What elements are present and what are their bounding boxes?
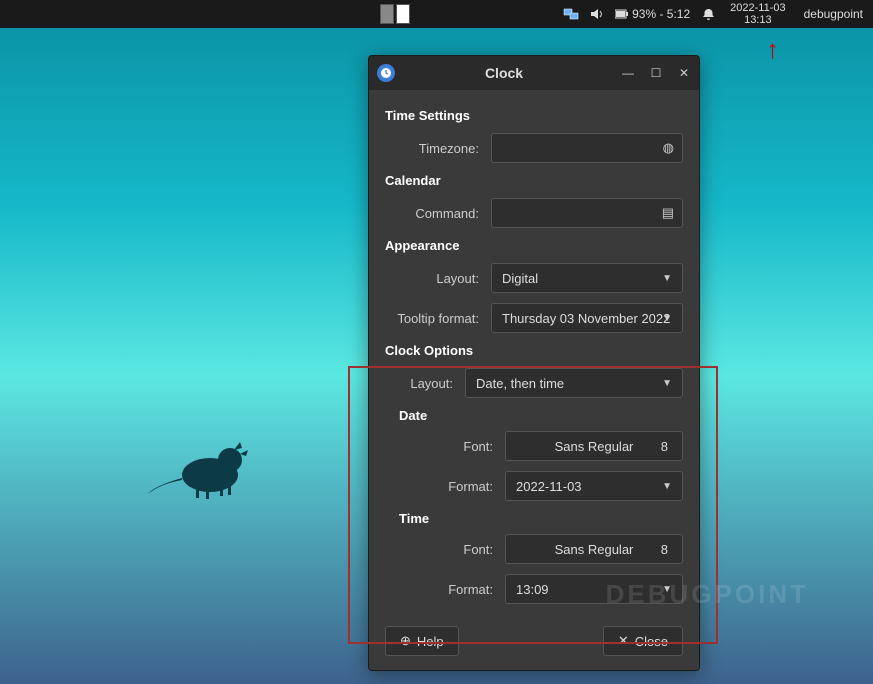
tooltip-format-value: Thursday 03 November 2022	[502, 311, 670, 326]
date-font-button[interactable]: Sans Regular 8	[505, 431, 683, 461]
help-button[interactable]: ⊕ Help	[385, 626, 459, 656]
panel-clock[interactable]: 2022-11-03 13:13	[726, 2, 789, 26]
label-timezone: Timezone:	[385, 141, 481, 156]
date-format-value: 2022-11-03	[516, 479, 582, 494]
close-label: Close	[635, 634, 668, 649]
label-time-format: Format:	[385, 582, 495, 597]
help-label: Help	[417, 634, 444, 649]
section-appearance: Appearance	[385, 238, 683, 253]
close-icon: ✕	[618, 633, 629, 649]
label-tooltip-format: Tooltip format:	[385, 311, 481, 326]
panel-tray: 93% - 5:12 2022-11-03 13:13 debugpoint	[563, 2, 873, 26]
label-date-font: Font:	[385, 439, 495, 454]
time-format-select[interactable]: 13:09	[505, 574, 683, 604]
section-calendar: Calendar	[385, 173, 683, 188]
date-font-size: 8	[661, 439, 668, 454]
date-format-select[interactable]: 2022-11-03	[505, 471, 683, 501]
section-time-settings: Time Settings	[385, 108, 683, 123]
network-icon[interactable]	[563, 6, 579, 22]
clock-app-icon	[377, 64, 395, 82]
time-font-button[interactable]: Sans Regular 8	[505, 534, 683, 564]
time-format-value: 13:09	[516, 582, 549, 597]
top-panel: 93% - 5:12 2022-11-03 13:13 debugpoint	[0, 0, 873, 28]
battery-indicator[interactable]: 93% - 5:12	[615, 7, 690, 21]
dialog-titlebar[interactable]: Clock — ☐ ✕	[369, 56, 699, 90]
workspace-2[interactable]	[396, 4, 410, 24]
appearance-layout-select[interactable]: Digital	[491, 263, 683, 293]
dialog-footer: ⊕ Help ✕ Close	[369, 614, 699, 670]
label-date-format: Format:	[385, 479, 495, 494]
appearance-layout-value: Digital	[502, 271, 538, 286]
clock-settings-dialog: Clock — ☐ ✕ Time Settings Timezone: ◍ Ca…	[368, 55, 700, 671]
globe-icon[interactable]: ◍	[663, 140, 674, 156]
clock-layout-value: Date, then time	[476, 376, 564, 391]
battery-text: 93% - 5:12	[632, 7, 690, 21]
label-time-font: Font:	[385, 542, 495, 557]
workspace-switcher[interactable]	[380, 4, 410, 24]
section-clock-options: Clock Options	[385, 343, 683, 358]
notification-icon[interactable]	[700, 6, 716, 22]
subsection-date: Date	[399, 408, 683, 423]
workspace-1[interactable]	[380, 4, 394, 24]
minimize-button[interactable]: —	[621, 66, 635, 80]
browse-icon[interactable]: ▤	[662, 205, 674, 221]
close-button[interactable]: ✕ Close	[603, 626, 683, 656]
time-font-name: Sans Regular	[555, 542, 634, 557]
command-input[interactable]: ▤	[491, 198, 683, 228]
subsection-time: Time	[399, 511, 683, 526]
time-font-size: 8	[661, 542, 668, 557]
hostname-label[interactable]: debugpoint	[800, 7, 867, 21]
panel-date: 2022-11-03	[730, 2, 785, 14]
timezone-input[interactable]: ◍	[491, 133, 683, 163]
close-window-button[interactable]: ✕	[677, 66, 691, 80]
help-icon: ⊕	[400, 633, 411, 649]
annotation-arrow: ↑	[766, 34, 779, 65]
clock-layout-select[interactable]: Date, then time	[465, 368, 683, 398]
label-appearance-layout: Layout:	[385, 271, 481, 286]
dialog-title: Clock	[395, 65, 613, 81]
desktop-wallpaper-mouse	[148, 430, 268, 505]
date-font-name: Sans Regular	[555, 439, 634, 454]
label-clock-layout: Layout:	[385, 376, 455, 391]
volume-icon[interactable]	[589, 6, 605, 22]
label-command: Command:	[385, 206, 481, 221]
maximize-button[interactable]: ☐	[649, 66, 663, 80]
panel-time: 13:13	[730, 14, 785, 26]
tooltip-format-select[interactable]: Thursday 03 November 2022	[491, 303, 683, 333]
